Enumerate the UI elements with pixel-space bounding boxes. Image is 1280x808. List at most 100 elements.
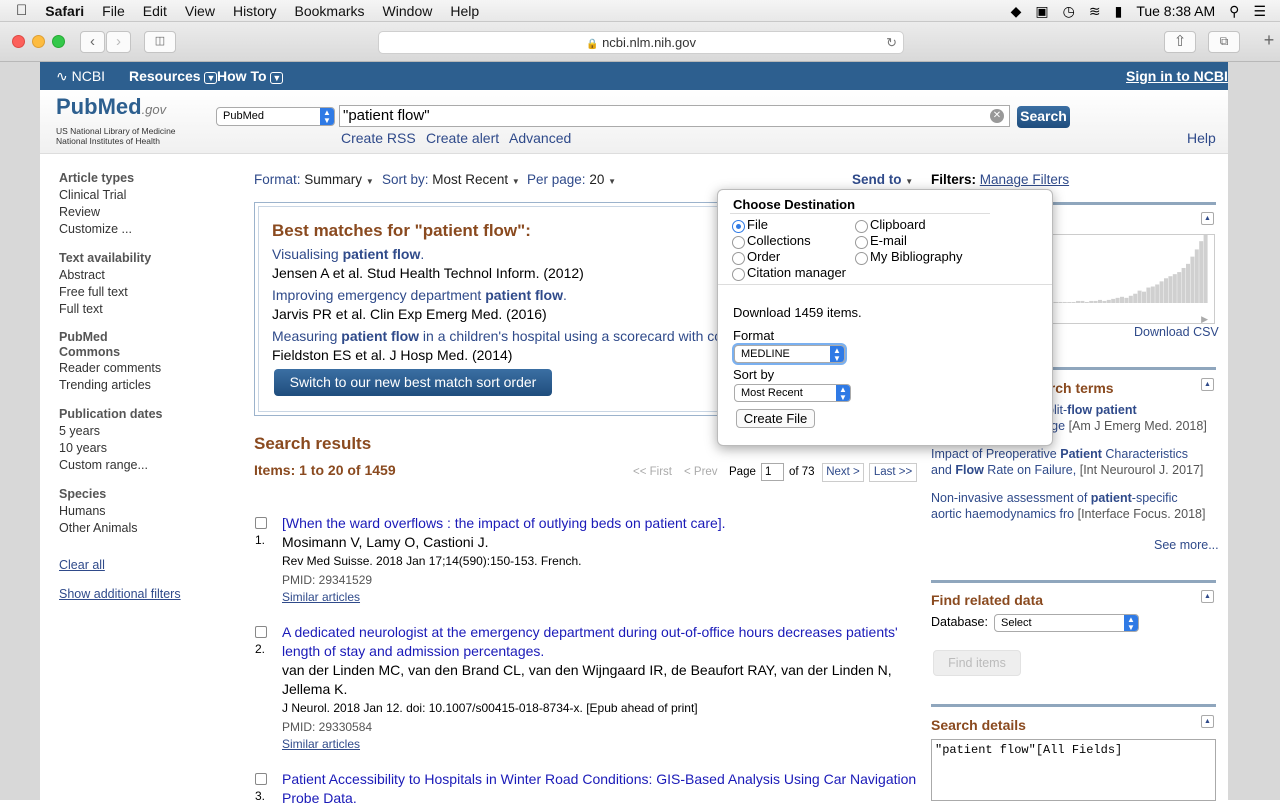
forward-button[interactable]: ›: [106, 31, 131, 53]
best-match-1-title[interactable]: Visualising patient flow.: [272, 245, 722, 264]
create-file-button[interactable]: Create File: [736, 409, 815, 428]
find-items-button[interactable]: Find items: [933, 650, 1021, 676]
last-page-button[interactable]: Last >>: [869, 463, 917, 482]
year-bar[interactable]: [1155, 284, 1160, 303]
reload-icon[interactable]: ↻: [886, 32, 897, 53]
filter-5-years[interactable]: 5 years: [59, 423, 229, 440]
menu-help[interactable]: Help: [450, 3, 479, 19]
result-title-link[interactable]: Patient Accessibility to Hospitals in Wi…: [282, 771, 916, 806]
year-bar[interactable]: [1054, 301, 1058, 303]
year-bar[interactable]: [1089, 300, 1094, 303]
radio-file[interactable]: [732, 220, 745, 233]
close-window-button[interactable]: [12, 35, 25, 48]
radio-collections[interactable]: [732, 236, 745, 249]
year-bar[interactable]: [1194, 249, 1199, 303]
similar-articles-link[interactable]: Similar articles: [282, 590, 360, 604]
year-bar[interactable]: [1128, 295, 1133, 303]
radio-clipboard[interactable]: [855, 220, 868, 233]
see-more-link[interactable]: See more...: [1154, 538, 1219, 552]
filter-free-full-text[interactable]: Free full text: [59, 284, 229, 301]
howto-menu[interactable]: How To ▼: [217, 68, 284, 84]
address-bar[interactable]: 🔒 ncbi.nlm.nih.gov ↻: [378, 31, 904, 54]
resources-menu[interactable]: Resources ▼: [129, 68, 218, 84]
sort-dropdown[interactable]: Sort by: Most Recent ▼: [382, 172, 520, 187]
year-bar[interactable]: [1076, 300, 1080, 303]
menu-bookmarks[interactable]: Bookmarks: [295, 3, 365, 19]
show-additional-filters-link[interactable]: Show additional filters: [59, 586, 229, 603]
new-tab-button[interactable]: +: [1258, 31, 1280, 53]
radio-order-label[interactable]: Order: [747, 249, 780, 264]
year-bar[interactable]: [1142, 291, 1146, 303]
zoom-window-button[interactable]: [52, 35, 65, 48]
radio-citation-manager[interactable]: [732, 268, 745, 281]
first-page-link[interactable]: << First: [633, 466, 672, 478]
create-rss-link[interactable]: Create RSS: [341, 130, 416, 146]
year-bar[interactable]: [1080, 300, 1085, 303]
result-title-link[interactable]: A dedicated neurologist at the emergency…: [282, 624, 898, 659]
radio-order[interactable]: [732, 252, 745, 265]
year-bar[interactable]: [1168, 276, 1173, 303]
year-bar[interactable]: [1199, 241, 1204, 303]
display-icon[interactable]: ▣: [1035, 3, 1048, 20]
send-to-dropdown[interactable]: Send to ▼: [852, 172, 913, 187]
wifi-icon[interactable]: ≋: [1089, 3, 1101, 20]
radio-citation-manager-label[interactable]: Citation manager: [747, 265, 846, 280]
year-bar[interactable]: [1150, 286, 1155, 303]
year-bar[interactable]: [1115, 297, 1120, 303]
menu-edit[interactable]: Edit: [143, 3, 167, 19]
filter-clinical-trial[interactable]: Clinical Trial: [59, 187, 229, 204]
result-title-link[interactable]: [When the ward overflows : the impact of…: [282, 515, 726, 531]
year-bar[interactable]: [1058, 301, 1063, 303]
filter-custom-range[interactable]: Custom range...: [59, 457, 229, 474]
page-number-input[interactable]: 1: [761, 463, 784, 481]
back-button[interactable]: ‹: [80, 31, 105, 53]
related-database-select[interactable]: Select ▲ ▼: [994, 614, 1139, 632]
year-bar[interactable]: [1172, 274, 1177, 303]
filter-customize[interactable]: Customize ...: [59, 221, 229, 238]
best-match-3-title[interactable]: Measuring patient flow in a children's h…: [272, 327, 722, 346]
year-bar[interactable]: [1177, 272, 1182, 303]
year-bar[interactable]: [1190, 256, 1195, 303]
radio-file-label[interactable]: File: [747, 217, 768, 232]
filter-review[interactable]: Review: [59, 204, 229, 221]
filter-full-text[interactable]: Full text: [59, 301, 229, 318]
collapse-icon[interactable]: ▲: [1201, 590, 1214, 603]
year-bar[interactable]: [1062, 301, 1067, 303]
manage-filters-link[interactable]: Manage Filters: [980, 172, 1069, 187]
collapse-icon[interactable]: ▲: [1201, 212, 1214, 225]
advanced-link[interactable]: Advanced: [509, 130, 571, 146]
year-bar[interactable]: [1111, 298, 1116, 303]
result-checkbox[interactable]: [255, 626, 267, 638]
collapse-icon[interactable]: ▲: [1201, 378, 1214, 391]
year-bar[interactable]: [1124, 297, 1129, 303]
menu-history[interactable]: History: [233, 3, 277, 19]
clear-all-link[interactable]: Clear all: [59, 557, 229, 574]
year-bar[interactable]: [1098, 299, 1102, 303]
best-match-2-title[interactable]: Improving emergency department patient f…: [272, 286, 722, 305]
next-page-button[interactable]: Next >: [822, 463, 864, 482]
year-bar[interactable]: [1186, 263, 1190, 303]
per-page-dropdown[interactable]: Per page: 20 ▼: [527, 172, 616, 187]
results-by-year-chart[interactable]: ▶: [1049, 234, 1215, 324]
related-title-3[interactable]: Non-invasive assessment of patient-speci…: [931, 490, 1221, 522]
filter-humans[interactable]: Humans: [59, 503, 229, 520]
battery-icon[interactable]: ▮: [1115, 3, 1123, 20]
dropbox-icon[interactable]: ◆: [1011, 3, 1022, 20]
search-input[interactable]: "patient flow" ✕: [339, 105, 1010, 127]
filter-reader-comments[interactable]: Reader comments: [59, 360, 229, 377]
year-bar[interactable]: [1049, 301, 1054, 303]
signin-link[interactable]: Sign in to NCBI: [1126, 68, 1228, 84]
apple-icon[interactable]: : [16, 2, 27, 19]
format-select[interactable]: MEDLINE ▲ ▼: [734, 345, 845, 363]
related-title-1[interactable]: plit-flow patient rge [Am J Emerg Med. 20…: [1047, 402, 1217, 434]
format-dropdown[interactable]: Format: Summary ▼: [254, 172, 374, 187]
radio-email-label[interactable]: E-mail: [870, 233, 907, 248]
radio-bibliography[interactable]: [855, 252, 868, 265]
database-select[interactable]: PubMed ▲ ▼: [216, 107, 335, 126]
year-bar[interactable]: [1159, 281, 1164, 303]
menu-safari[interactable]: Safari: [45, 3, 84, 19]
year-bar[interactable]: [1164, 278, 1168, 303]
radio-bibliography-label[interactable]: My Bibliography: [870, 249, 963, 264]
notification-center-icon[interactable]: ☰: [1253, 3, 1266, 20]
year-bar[interactable]: [1102, 300, 1107, 303]
